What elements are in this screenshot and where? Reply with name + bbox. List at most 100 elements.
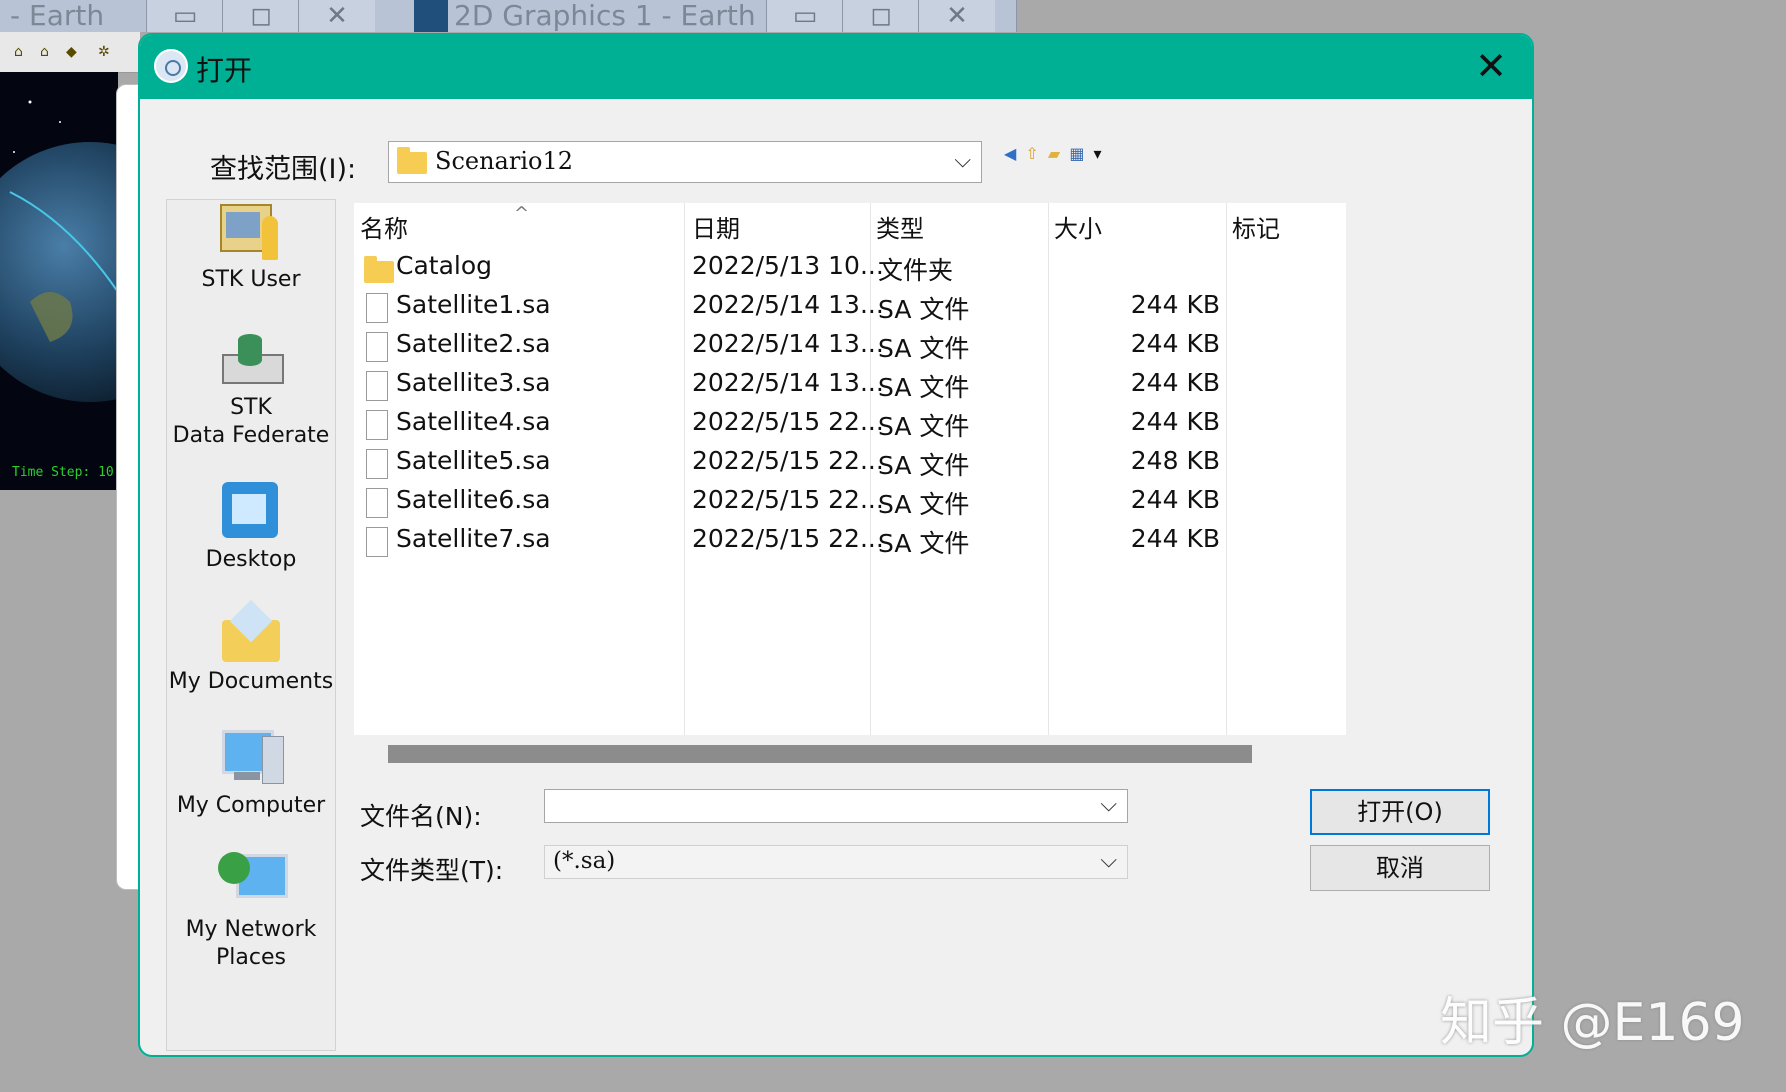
place-stk-user[interactable]: STK User (167, 200, 335, 294)
globe-icon (414, 0, 448, 32)
look-in-combobox[interactable]: Scenario12 ⌵ (388, 141, 982, 183)
file-date: 2022/5/13 10... (692, 251, 884, 280)
chevron-down-icon[interactable]: ⌵ (1100, 792, 1117, 817)
file-type: SA 文件 (878, 373, 970, 402)
file-date: 2022/5/15 22... (692, 485, 884, 514)
place-label: My Computer (176, 793, 326, 818)
file-size: 244 KB (1130, 485, 1220, 514)
bg2-close-button[interactable]: ✕ (918, 0, 995, 32)
look-in-label: 查找范围(I): (210, 154, 357, 185)
place-my-computer[interactable]: My Computer (167, 726, 335, 820)
file-name: Satellite6.sa (396, 485, 551, 514)
file-name: Catalog (396, 251, 493, 280)
file-type: SA 文件 (878, 334, 970, 363)
bg1-close-button[interactable]: ✕ (298, 0, 375, 32)
folder-icon (397, 147, 427, 174)
look-in-value: Scenario12 (435, 147, 573, 175)
table-row[interactable]: Satellite1.sa 2022/5/14 13... SA 文件 244 KB (354, 290, 1346, 328)
column-header-tag[interactable]: 标记 (1232, 209, 1280, 244)
my-computer-icon (216, 726, 286, 788)
toolbar-home-icon[interactable]: ⌂ (14, 44, 23, 60)
horizontal-scrollbar[interactable] (354, 735, 1346, 767)
file-date: 2022/5/14 13... (692, 290, 884, 319)
file-name: Satellite1.sa (396, 290, 551, 319)
file-icon (366, 371, 388, 401)
file-size: 244 KB (1130, 368, 1220, 397)
new-folder-icon[interactable]: ▰ (1048, 144, 1060, 163)
column-header-type[interactable]: 类型 (876, 209, 924, 244)
network-places-icon (216, 850, 288, 912)
place-stk-data-federate[interactable]: STK Data Federate (167, 328, 335, 450)
file-date: 2022/5/15 22... (692, 446, 884, 475)
scrollbar-thumb[interactable] (388, 745, 1252, 763)
chevron-down-icon[interactable]: ⌵ (1100, 848, 1117, 873)
filetype-label: 文件类型(T): (360, 856, 504, 885)
dialog-title: 打开 (196, 54, 253, 87)
navigation-toolbar: ◀ ⇧ ▰ ▦ ▾ (1004, 143, 1106, 167)
toolbar-view-icon[interactable]: ◆ (66, 44, 77, 60)
file-type: SA 文件 (878, 295, 970, 324)
3d-earth-view: Time Step: 10 (0, 72, 118, 490)
file-name: Satellite5.sa (396, 446, 551, 475)
file-name: Satellite3.sa (396, 368, 551, 397)
place-label: STK User (201, 267, 301, 292)
bg1-restore-button[interactable]: ◻ (222, 0, 299, 32)
chevron-down-icon[interactable]: ⌵ (954, 148, 971, 173)
place-desktop[interactable]: Desktop (167, 480, 335, 574)
view-menu-icon[interactable]: ▦ (1069, 144, 1084, 163)
place-label-line1: STK (230, 395, 272, 420)
open-button[interactable]: 打开(O) (1310, 789, 1490, 835)
column-header-size[interactable]: 大小 (1054, 209, 1102, 244)
file-icon (366, 449, 388, 479)
folder-icon (364, 256, 394, 283)
open-file-dialog: 打开 ✕ 查找范围(I): Scenario12 ⌵ ◀ ⇧ ▰ ▦ ▾ STK… (138, 33, 1534, 1057)
cancel-button[interactable]: 取消 (1310, 845, 1490, 891)
app-icon (154, 49, 188, 83)
view-dropdown-icon[interactable]: ▾ (1094, 144, 1102, 163)
toolbar-tool-icon[interactable]: ✲ (98, 44, 110, 60)
file-name: Satellite4.sa (396, 407, 551, 436)
stk-user-icon (216, 200, 286, 262)
bg1-minimize-button[interactable]: ▭ (146, 0, 223, 32)
my-documents-icon (216, 599, 286, 664)
file-date: 2022/5/14 13... (692, 368, 884, 397)
places-bar: STK User STK Data Federate Desktop My Do… (166, 199, 336, 1051)
file-size: 244 KB (1130, 290, 1220, 319)
data-federate-icon (216, 328, 286, 390)
filename-combobox[interactable]: ⌵ (544, 789, 1128, 823)
back-icon[interactable]: ◀ (1004, 144, 1016, 163)
close-icon[interactable]: ✕ (1468, 43, 1514, 89)
table-row[interactable]: Catalog 2022/5/13 10... 文件夹 (354, 251, 1346, 289)
bg2-minimize-button[interactable]: ▭ (766, 0, 843, 32)
file-icon (366, 527, 388, 557)
bg2-restore-button[interactable]: ◻ (842, 0, 919, 32)
place-my-documents[interactable]: My Documents (167, 599, 335, 696)
place-my-network-places[interactable]: My Network Places (167, 850, 335, 972)
file-icon (366, 488, 388, 518)
toolbar-home2-icon[interactable]: ⌂ (40, 44, 49, 60)
table-row[interactable]: Satellite4.sa 2022/5/15 22... SA 文件 244 KB (354, 407, 1346, 445)
filetype-combobox[interactable]: (*.sa) ⌵ (544, 845, 1128, 879)
file-icon (366, 293, 388, 323)
table-row[interactable]: Satellite3.sa 2022/5/14 13... SA 文件 244 KB (354, 368, 1346, 406)
file-date: 2022/5/14 13... (692, 329, 884, 358)
file-size: 248 KB (1130, 446, 1220, 475)
column-header-name[interactable]: 名称 (360, 209, 408, 244)
background-window-2-title-text: 2D Graphics 1 - Earth (454, 0, 756, 32)
column-header-date[interactable]: 日期 (692, 209, 740, 244)
file-icon (366, 332, 388, 362)
time-step-status: Time Step: 10 (12, 465, 114, 480)
table-row[interactable]: Satellite2.sa 2022/5/14 13... SA 文件 244 KB (354, 329, 1346, 367)
dialog-titlebar: 打开 ✕ (140, 35, 1532, 99)
file-type: SA 文件 (878, 451, 970, 480)
file-date: 2022/5/15 22... (692, 407, 884, 436)
table-row[interactable]: Satellite5.sa 2022/5/15 22... SA 文件 248 KB (354, 446, 1346, 484)
file-name: Satellite2.sa (396, 329, 551, 358)
up-folder-icon[interactable]: ⇧ (1025, 144, 1038, 163)
table-row[interactable]: Satellite7.sa 2022/5/15 22... SA 文件 244 KB (354, 524, 1346, 562)
file-type: SA 文件 (878, 490, 970, 519)
place-label-line2: Data Federate (172, 423, 330, 448)
table-row[interactable]: Satellite6.sa 2022/5/15 22... SA 文件 244 KB (354, 485, 1346, 523)
file-type: SA 文件 (878, 412, 970, 441)
file-list[interactable]: 名称 ^ 日期 类型 大小 标记 Catalog 2022/5/13 10... 文… (354, 203, 1346, 735)
